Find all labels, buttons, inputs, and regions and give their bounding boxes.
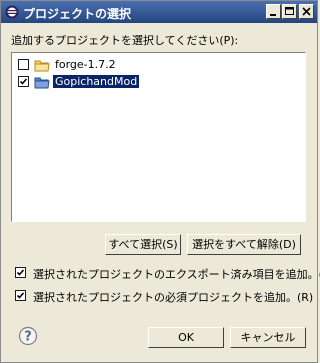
maximize-button[interactable] — [282, 4, 297, 19]
project-name: forge-1.7.2 — [55, 58, 116, 71]
close-button[interactable] — [299, 4, 314, 19]
ok-button[interactable]: OK — [148, 327, 224, 348]
project-checkbox[interactable] — [18, 59, 29, 70]
eclipse-icon — [5, 5, 19, 19]
select-all-button[interactable]: すべて選択(S) — [105, 234, 181, 255]
project-list[interactable]: forge-1.7.2 GopichandMod — [11, 52, 306, 222]
project-selection-dialog: プロジェクトの選択 追加するプロジェクトを選択してください(P): forge-… — [0, 0, 320, 363]
title-bar[interactable]: プロジェクトの選択 — [1, 1, 317, 23]
add-required-projects-label: 選択されたプロジェクトの必須プロジェクトを追加。(R) — [33, 291, 314, 304]
help-icon[interactable]: ? — [18, 326, 38, 346]
add-exported-entries-label: 選択されたプロジェクトのエクスポート済み項目を追加。(A) — [33, 268, 320, 281]
project-list-label: 追加するプロジェクトを選択してください(P): — [11, 34, 239, 47]
svg-text:?: ? — [24, 330, 32, 345]
cancel-button[interactable]: キャンセル — [230, 327, 306, 348]
add-required-projects-checkbox[interactable] — [15, 290, 26, 301]
project-folder-icon — [34, 75, 50, 89]
project-checkbox[interactable] — [18, 76, 29, 87]
deselect-all-button[interactable]: 選択をすべて解除(D) — [187, 234, 301, 255]
project-name: GopichandMod — [51, 74, 141, 89]
project-folder-icon — [34, 58, 50, 72]
add-exported-entries-checkbox[interactable] — [15, 267, 26, 278]
window-title: プロジェクトの選択 — [23, 7, 132, 21]
minimize-button[interactable] — [266, 4, 281, 19]
